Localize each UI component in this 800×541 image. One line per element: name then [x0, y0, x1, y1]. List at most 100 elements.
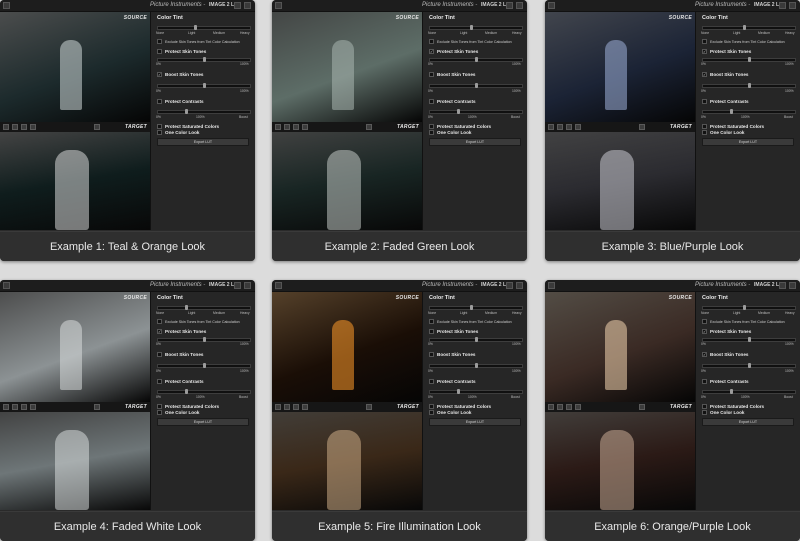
boost-skin-slider[interactable]	[429, 362, 523, 368]
boost-skin-slider[interactable]	[157, 82, 251, 88]
window-menu-icon[interactable]	[275, 282, 282, 289]
window-menu-icon[interactable]	[548, 2, 555, 9]
protect-skin-slider[interactable]	[157, 56, 251, 62]
example-caption[interactable]: Example 1: Teal & Orange Look	[0, 231, 255, 261]
color-tint-slider[interactable]	[702, 304, 796, 310]
protect-skin-checkbox[interactable]: ✓	[429, 49, 434, 54]
window-close-icon[interactable]	[516, 282, 523, 289]
exclude-skin-checkbox[interactable]	[429, 319, 434, 324]
protect-skin-slider[interactable]	[429, 336, 523, 342]
redo-icon[interactable]	[21, 124, 27, 130]
protect-skin-thumb[interactable]	[747, 336, 751, 342]
compare-icon[interactable]	[30, 404, 36, 410]
exclude-skin-checkbox[interactable]	[157, 319, 162, 324]
color-tint-thumb[interactable]	[743, 304, 747, 310]
boost-skin-slider[interactable]	[429, 82, 523, 88]
protect-skin-thumb[interactable]	[202, 56, 206, 62]
boost-skin-checkbox[interactable]: ✓	[702, 72, 707, 77]
boost-skin-thumb[interactable]	[202, 82, 206, 88]
protect-contrasts-checkbox[interactable]	[429, 379, 434, 384]
contrast-slider[interactable]	[157, 108, 251, 114]
protect-contrasts-checkbox[interactable]	[429, 99, 434, 104]
protect-skin-thumb[interactable]	[202, 336, 206, 342]
boost-skin-thumb[interactable]	[474, 362, 478, 368]
protect-skin-slider[interactable]	[702, 336, 796, 342]
one-color-look-checkbox[interactable]	[702, 410, 707, 415]
window-menu-icon[interactable]	[548, 282, 555, 289]
one-color-look-checkbox[interactable]	[702, 130, 707, 135]
exclude-skin-checkbox[interactable]	[702, 319, 707, 324]
window-minimize-icon[interactable]	[779, 282, 786, 289]
color-tint-thumb[interactable]	[743, 24, 747, 30]
window-menu-icon[interactable]	[275, 2, 282, 9]
fullscreen-icon[interactable]	[639, 404, 645, 410]
example-caption[interactable]: Example 2: Faded Green Look	[272, 231, 527, 261]
protect-skin-slider[interactable]	[157, 336, 251, 342]
exclude-skin-checkbox[interactable]	[429, 39, 434, 44]
fullscreen-icon[interactable]	[94, 404, 100, 410]
load-image-icon[interactable]	[548, 124, 554, 130]
load-image-icon[interactable]	[275, 124, 281, 130]
protect-skin-checkbox[interactable]	[429, 329, 434, 334]
protect-saturated-checkbox[interactable]	[702, 404, 707, 409]
protect-skin-thumb[interactable]	[474, 336, 478, 342]
window-close-icon[interactable]	[244, 282, 251, 289]
window-minimize-icon[interactable]	[234, 282, 241, 289]
load-image-icon[interactable]	[275, 404, 281, 410]
boost-skin-checkbox[interactable]: ✓	[702, 352, 707, 357]
protect-saturated-checkbox[interactable]	[702, 124, 707, 129]
fullscreen-icon[interactable]	[94, 124, 100, 130]
contrast-slider[interactable]	[702, 388, 796, 394]
example-card-6[interactable]: Picture Instruments - IMAGE 2 LUT SOURCE…	[545, 280, 800, 541]
undo-icon[interactable]	[284, 404, 290, 410]
export-lut-button[interactable]: Export LUT	[429, 418, 521, 426]
boost-skin-checkbox[interactable]	[157, 352, 162, 357]
boost-skin-slider[interactable]	[702, 82, 796, 88]
color-tint-slider[interactable]	[157, 24, 251, 30]
redo-icon[interactable]	[566, 404, 572, 410]
example-caption[interactable]: Example 5: Fire Illumination Look	[272, 511, 527, 541]
undo-icon[interactable]	[12, 124, 18, 130]
window-minimize-icon[interactable]	[506, 2, 513, 9]
contrast-slider[interactable]	[702, 108, 796, 114]
one-color-look-checkbox[interactable]	[157, 410, 162, 415]
one-color-look-checkbox[interactable]	[429, 130, 434, 135]
compare-icon[interactable]	[302, 404, 308, 410]
window-minimize-icon[interactable]	[779, 2, 786, 9]
example-card-2[interactable]: Picture Instruments - IMAGE 2 LUT SOURCE…	[272, 0, 527, 261]
boost-skin-slider[interactable]	[157, 362, 251, 368]
example-card-1[interactable]: Picture Instruments - IMAGE 2 LUT SOURCE…	[0, 0, 255, 261]
compare-icon[interactable]	[575, 124, 581, 130]
window-minimize-icon[interactable]	[234, 2, 241, 9]
protect-saturated-checkbox[interactable]	[429, 124, 434, 129]
example-card-5[interactable]: Picture Instruments - IMAGE 2 LUT SOURCE…	[272, 280, 527, 541]
window-close-icon[interactable]	[789, 2, 796, 9]
protect-skin-thumb[interactable]	[747, 56, 751, 62]
export-lut-button[interactable]: Export LUT	[157, 138, 249, 146]
contrast-thumb[interactable]	[729, 388, 733, 394]
fullscreen-icon[interactable]	[639, 124, 645, 130]
fullscreen-icon[interactable]	[366, 404, 372, 410]
example-caption[interactable]: Example 3: Blue/Purple Look	[545, 231, 800, 261]
color-tint-slider[interactable]	[429, 24, 523, 30]
window-close-icon[interactable]	[789, 282, 796, 289]
window-menu-icon[interactable]	[3, 2, 10, 9]
boost-skin-thumb[interactable]	[474, 82, 478, 88]
redo-icon[interactable]	[293, 404, 299, 410]
export-lut-button[interactable]: Export LUT	[702, 418, 794, 426]
contrast-slider[interactable]	[157, 388, 251, 394]
protect-skin-thumb[interactable]	[474, 56, 478, 62]
compare-icon[interactable]	[575, 404, 581, 410]
example-caption[interactable]: Example 4: Faded White Look	[0, 511, 255, 541]
protect-skin-checkbox[interactable]: ✓	[702, 329, 707, 334]
boost-skin-thumb[interactable]	[202, 362, 206, 368]
color-tint-slider[interactable]	[702, 24, 796, 30]
load-image-icon[interactable]	[3, 124, 9, 130]
contrast-thumb[interactable]	[729, 108, 733, 114]
undo-icon[interactable]	[557, 124, 563, 130]
color-tint-thumb[interactable]	[470, 24, 474, 30]
redo-icon[interactable]	[566, 124, 572, 130]
boost-skin-checkbox[interactable]	[429, 352, 434, 357]
export-lut-button[interactable]: Export LUT	[702, 138, 794, 146]
example-card-4[interactable]: Picture Instruments - IMAGE 2 LUT SOURCE…	[0, 280, 255, 541]
